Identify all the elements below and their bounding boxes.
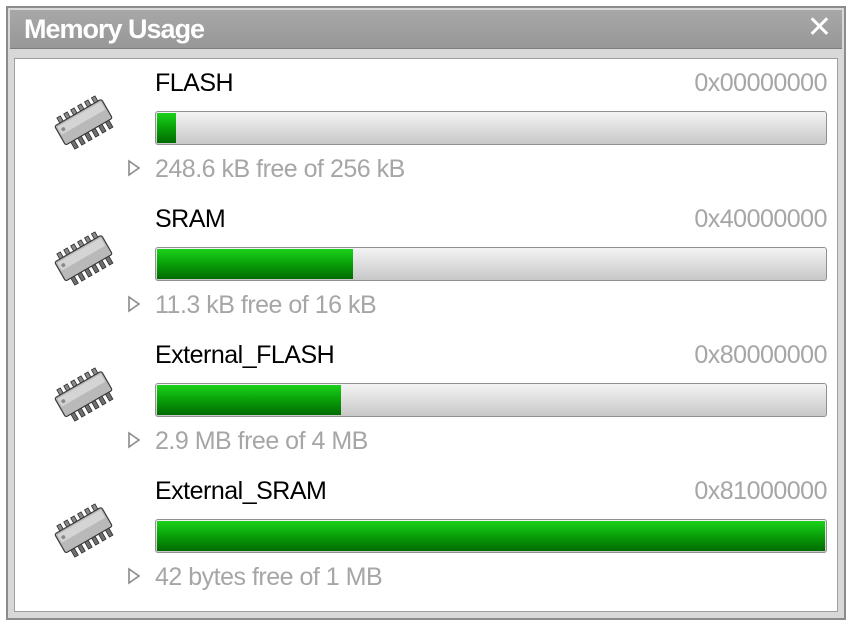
memory-free-text: 2.9 MB free of 4 MB [155,427,368,455]
usage-bar-fill [157,113,177,143]
title-bar[interactable]: Memory Usage ✕ [10,10,842,49]
memory-free-text: 42 bytes free of 1 MB [155,563,383,591]
usage-bar [155,247,827,281]
expand-arrow-icon[interactable] [127,431,141,449]
memory-item-sram: SRAM 0x40000000 11.3 kB free of 16 kB [15,195,837,331]
memory-item-external-flash: External_FLASH 0x80000000 2.9 MB free of… [15,331,837,467]
window-title: Memory Usage [24,14,205,44]
usage-bar [155,111,827,145]
memory-name: SRAM [155,205,226,233]
memory-address: 0x00000000 [694,69,827,97]
memory-address: 0x80000000 [694,341,827,369]
memory-item-external-sram: External_SRAM 0x81000000 42 bytes free o… [15,467,837,603]
expand-arrow-icon[interactable] [127,159,141,177]
memory-list: FLASH 0x00000000 248.6 kB free of 256 kB… [14,58,838,612]
usage-bar [155,519,827,553]
memory-address: 0x81000000 [694,477,827,505]
memory-chip-icon [54,95,114,150]
memory-address: 0x40000000 [694,205,827,233]
usage-bar-fill [157,249,354,279]
memory-chip-icon [54,231,114,286]
expand-arrow-icon[interactable] [127,295,141,313]
memory-item-flash: FLASH 0x00000000 248.6 kB free of 256 kB [15,59,837,195]
memory-chip-icon [54,367,114,422]
memory-free-text: 248.6 kB free of 256 kB [155,155,405,183]
memory-chip-icon [54,503,114,558]
usage-bar-fill [157,385,341,415]
memory-name: FLASH [155,69,234,97]
memory-usage-window: Memory Usage ✕ FLASH 0x00000000 248.6 kB… [6,6,846,620]
memory-name: External_FLASH [155,341,335,369]
memory-name: External_SRAM [155,477,327,505]
memory-free-text: 11.3 kB free of 16 kB [155,291,377,319]
usage-bar-fill [157,521,825,551]
expand-arrow-icon[interactable] [127,567,141,585]
close-icon[interactable]: ✕ [807,10,832,46]
usage-bar [155,383,827,417]
